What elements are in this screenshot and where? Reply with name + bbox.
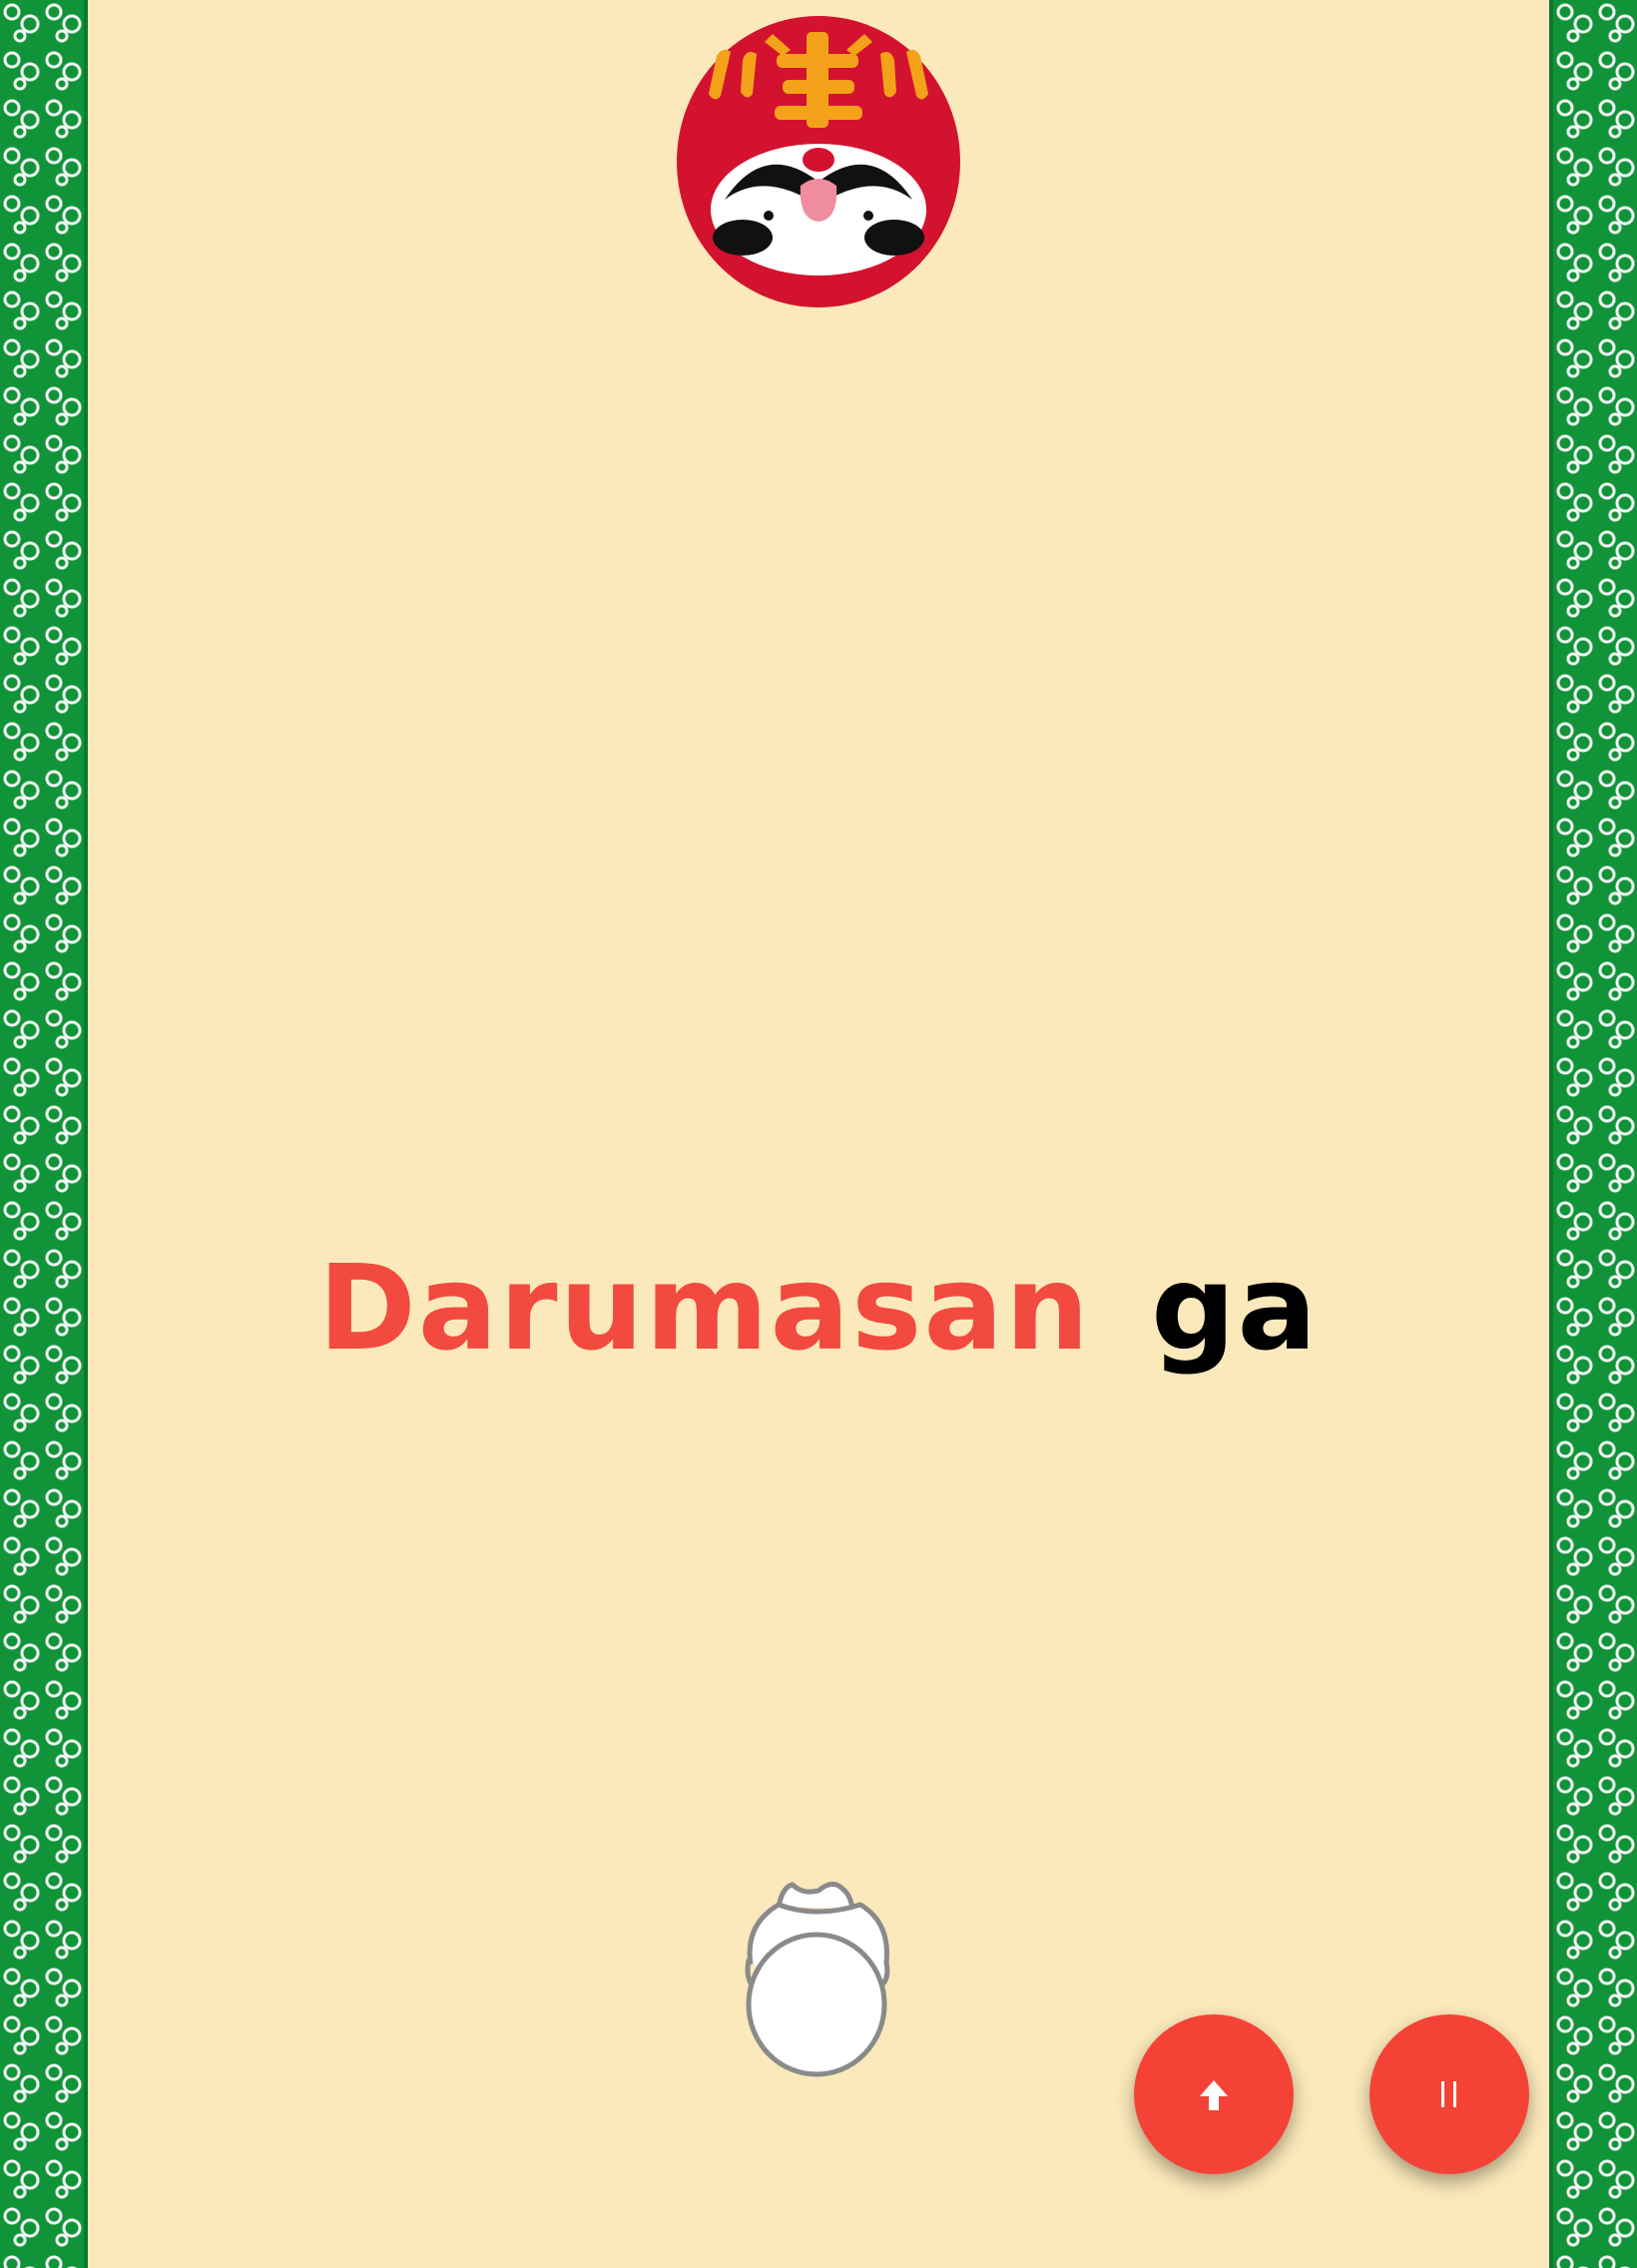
arrow-up-icon [1200, 2080, 1228, 2110]
pause-icon [1441, 2081, 1456, 2107]
right-border-pattern [1549, 0, 1637, 2268]
chant-pending-word: ga [1151, 1239, 1320, 1377]
game-board: Darumasan ga [0, 0, 1637, 2268]
daruma-icon [673, 10, 964, 309]
chant-highlighted-word: Darumasan [317, 1239, 1092, 1377]
left-border-pattern [0, 0, 88, 2268]
player-head-icon [737, 1869, 900, 2078]
chant-text: Darumasan ga [0, 1238, 1637, 1378]
move-forward-button[interactable] [1134, 2014, 1294, 2174]
pause-button[interactable] [1369, 2014, 1529, 2174]
